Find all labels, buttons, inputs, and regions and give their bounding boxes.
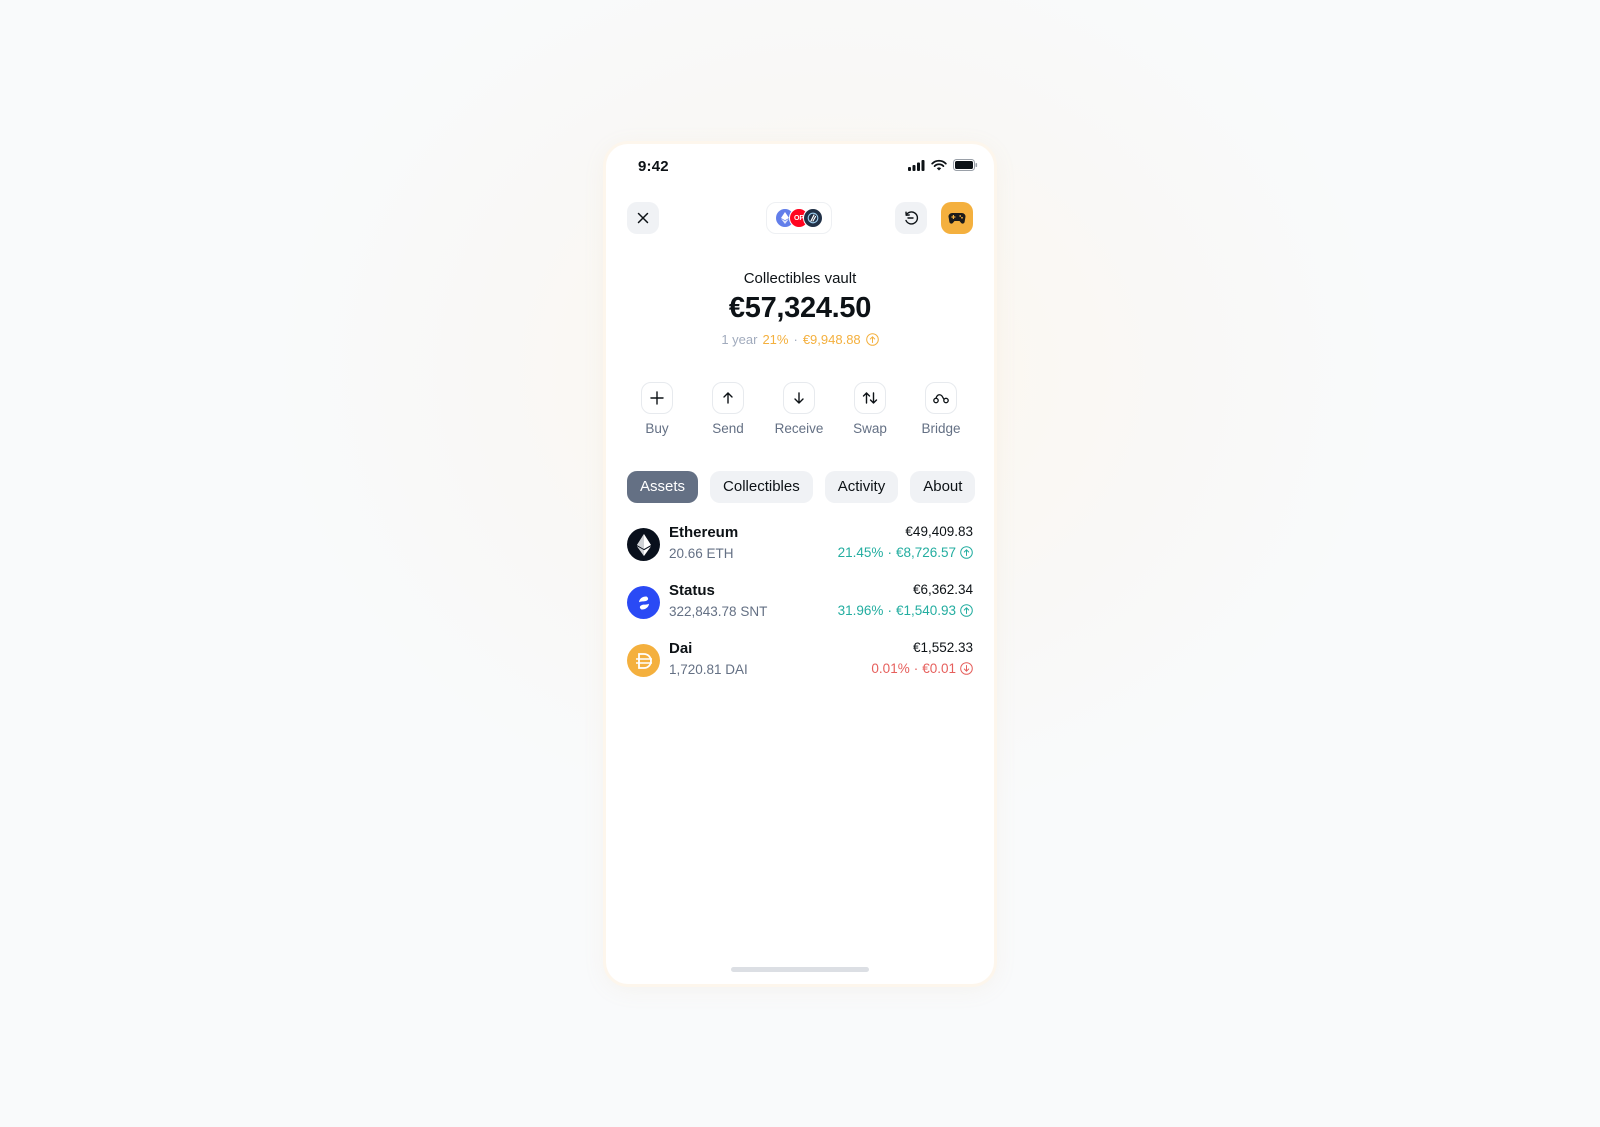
receive-icon-box bbox=[783, 382, 815, 414]
change-percent: 21% bbox=[762, 332, 789, 347]
asset-change: 0.01% · €0.01 bbox=[871, 661, 973, 676]
receive-button[interactable]: Receive bbox=[764, 382, 834, 436]
home-indicator[interactable] bbox=[731, 967, 869, 972]
ethereum-icon bbox=[627, 528, 660, 561]
asset-amount: 322,843.78 SNT bbox=[669, 604, 768, 619]
buy-button[interactable]: Buy bbox=[622, 382, 692, 436]
send-label: Send bbox=[712, 421, 744, 436]
account-name: Collectibles vault bbox=[743, 270, 857, 287]
tab-collectibles[interactable]: Collectibles bbox=[710, 471, 813, 503]
bridge-icon-box bbox=[925, 382, 957, 414]
network-selector[interactable]: OP bbox=[766, 202, 832, 234]
asset-change-percent: 0.01% bbox=[871, 661, 910, 676]
history-button[interactable] bbox=[895, 202, 927, 234]
top-bar: OP bbox=[606, 202, 994, 236]
asset-list: Ethereum 20.66 ETH €49,409.83 21.45% · €… bbox=[627, 522, 973, 696]
asset-row-ethereum[interactable]: Ethereum 20.66 ETH €49,409.83 21.45% · €… bbox=[627, 522, 973, 580]
arrow-up-circle-icon bbox=[960, 604, 973, 617]
asset-change-percent: 31.96% bbox=[837, 603, 884, 618]
account-balance: €57,324.50 bbox=[728, 292, 872, 324]
bridge-button[interactable]: Bridge bbox=[906, 382, 976, 436]
asset-amount: 20.66 ETH bbox=[669, 546, 734, 561]
asset-change-amount: €8,726.57 bbox=[895, 545, 956, 560]
separator-dot: · bbox=[887, 545, 892, 560]
bridge-label: Bridge bbox=[921, 421, 961, 436]
send-icon-box bbox=[712, 382, 744, 414]
asset-change: 21.45% · €8,726.57 bbox=[838, 545, 973, 560]
change-amount: €9,948.88 bbox=[802, 332, 861, 347]
balance-change: 1 year 21% · €9,948.88 bbox=[606, 332, 994, 347]
buy-label: Buy bbox=[645, 421, 669, 436]
asset-value: €6,362.34 bbox=[912, 582, 973, 597]
status-bar: 9:42 bbox=[606, 144, 994, 190]
arrow-up-circle-icon bbox=[960, 546, 973, 559]
signal-icon bbox=[908, 159, 925, 171]
battery-icon bbox=[953, 159, 978, 171]
wifi-icon bbox=[931, 159, 947, 171]
swap-icon-box bbox=[854, 382, 886, 414]
arrow-up-icon bbox=[723, 392, 733, 404]
send-button[interactable]: Send bbox=[693, 382, 763, 436]
status-icons bbox=[908, 159, 978, 171]
separator-dot: · bbox=[913, 661, 919, 676]
tab-activity[interactable]: Activity bbox=[824, 471, 899, 503]
arrow-down-circle-icon bbox=[960, 662, 973, 675]
separator-dot: · bbox=[887, 603, 892, 618]
gamepad-icon bbox=[948, 213, 966, 224]
asset-name: Ethereum bbox=[669, 524, 739, 541]
asset-change: 31.96% · €1,540.93 bbox=[838, 603, 973, 618]
bridge-icon bbox=[933, 394, 949, 404]
swap-label: Swap bbox=[853, 421, 887, 436]
asset-name: Status bbox=[669, 582, 715, 599]
wallet-screen: 9:42 OP Collectibles vault €57,324.50 1 … bbox=[606, 144, 994, 984]
asset-row-status[interactable]: Status 322,843.78 SNT €6,362.34 31.96% ·… bbox=[627, 580, 973, 638]
receive-label: Receive bbox=[774, 421, 824, 436]
arrow-up-circle-icon bbox=[865, 333, 879, 346]
asset-change-amount: €0.01 bbox=[922, 661, 956, 676]
close-button[interactable] bbox=[627, 202, 659, 234]
arrow-down-icon bbox=[794, 392, 804, 404]
separator-dot: · bbox=[793, 332, 798, 347]
status-time: 9:42 bbox=[638, 158, 669, 175]
asset-change-amount: €1,540.93 bbox=[895, 603, 956, 618]
asset-change-percent: 21.45% bbox=[837, 545, 884, 560]
change-period: 1 year bbox=[721, 332, 758, 347]
asset-name: Dai bbox=[669, 640, 693, 657]
swap-button[interactable]: Swap bbox=[835, 382, 905, 436]
asset-amount: 1,720.81 DAI bbox=[669, 662, 748, 677]
asset-value: €1,552.33 bbox=[912, 640, 973, 655]
status-icon bbox=[627, 586, 660, 619]
plus-icon bbox=[650, 391, 664, 405]
buy-icon-box bbox=[641, 382, 673, 414]
history-icon bbox=[905, 211, 919, 225]
asset-value: €49,409.83 bbox=[905, 524, 973, 539]
swap-icon bbox=[862, 392, 878, 404]
tab-bar: Assets Collectibles Activity About bbox=[627, 471, 994, 503]
close-icon bbox=[637, 212, 649, 224]
asset-row-dai[interactable]: Dai 1,720.81 DAI €1,552.33 0.01% · €0.01 bbox=[627, 638, 973, 696]
tab-about[interactable]: About bbox=[910, 471, 976, 503]
dai-icon bbox=[627, 644, 660, 677]
tab-assets[interactable]: Assets bbox=[627, 471, 699, 503]
account-avatar-button[interactable] bbox=[941, 202, 973, 234]
arbitrum-network-icon bbox=[803, 208, 823, 228]
